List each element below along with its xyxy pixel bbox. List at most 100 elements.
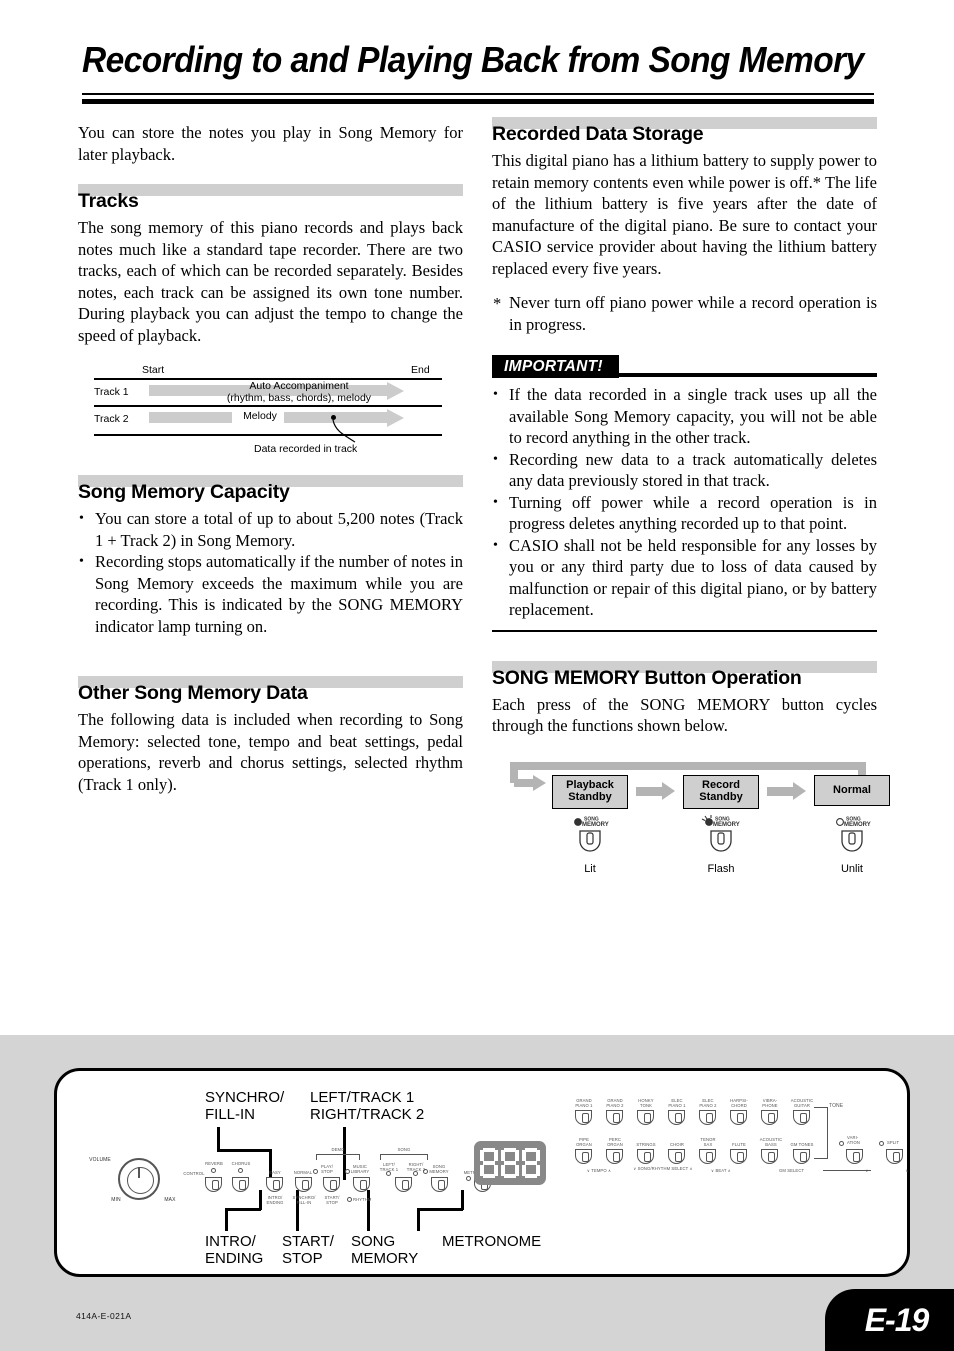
- reverb-label: REVERB: [205, 1161, 223, 1166]
- callout-line1: SONG: [351, 1233, 396, 1250]
- sub-line2: LIBRARY: [350, 1169, 370, 1174]
- important-box: IMPORTANT! If the data recorded in a sin…: [492, 355, 877, 632]
- play-stop-start-stop-button[interactable]: [323, 1177, 340, 1192]
- callout-line1: METRONOME: [442, 1233, 542, 1250]
- tempo-label-text: TEMPO: [591, 1168, 607, 1173]
- sub-line2: ENDING: [266, 1200, 284, 1205]
- sub-line2: ATION: [847, 1140, 860, 1145]
- track-diagram-rule-bottom: [94, 434, 442, 436]
- section-heading-tracks: Tracks: [78, 184, 463, 213]
- tone-button-grand-piano-1[interactable]: [575, 1110, 592, 1125]
- tone-button-acoustic-bass[interactable]: [761, 1149, 778, 1164]
- title-rule-thin: [82, 93, 874, 95]
- right-track2-led-icon: [413, 1171, 418, 1176]
- music-library-led-icon: [345, 1169, 350, 1174]
- volume-knob[interactable]: [118, 1158, 160, 1200]
- leader-line-metronome-h: [417, 1208, 463, 1211]
- sub-line2: BASS: [765, 1142, 777, 1147]
- chorus-led-icon: [238, 1168, 243, 1173]
- track-diagram-track1-label: Track 1: [94, 386, 129, 398]
- track2-segment-bar: [149, 412, 232, 423]
- tone-group-label: TONE: [829, 1103, 844, 1109]
- easy-intro-ending-button[interactable]: [266, 1177, 283, 1192]
- title-rule-thick: [82, 99, 874, 104]
- sub-line2: ORGAN: [576, 1142, 592, 1147]
- sub-line2: PIANO 2: [606, 1103, 624, 1108]
- beat-label-text: BEAT: [715, 1168, 727, 1173]
- variation-button[interactable]: [846, 1149, 863, 1164]
- left-column: You can store the notes you play in Song…: [78, 122, 463, 795]
- music-library-label: MUSIC LIBRARY: [347, 1164, 373, 1174]
- start-stop-sublabel: START/ STOP: [319, 1195, 345, 1205]
- section-heading-capacity: Song Memory Capacity: [78, 475, 463, 504]
- callout-song-memory: SONG MEMORY: [351, 1233, 418, 1267]
- state-chip: Normal: [814, 774, 890, 806]
- song-rhythm-select-label: ∨ SONG/RHYTHM SELECT ∧: [633, 1166, 693, 1171]
- loop-arrow-inlet: [514, 778, 534, 787]
- rhythm-sublabel: RHYTHM: [353, 1197, 372, 1202]
- callout-start-stop: START/ STOP: [282, 1233, 334, 1267]
- callout-metronome: METRONOME: [442, 1233, 541, 1250]
- display-digit-3: [522, 1148, 540, 1178]
- tone-label-grand-piano-2: GRAND PIANO 2: [600, 1098, 630, 1108]
- metronome-led-icon: [466, 1176, 471, 1181]
- state-chip: Playback Standby: [552, 774, 628, 809]
- tone-button-perc-organ[interactable]: [606, 1149, 623, 1164]
- rhythm-led-icon: [347, 1197, 352, 1202]
- svg-text:MEMORY: MEMORY: [844, 822, 871, 828]
- reverb-chorus-button[interactable]: [232, 1177, 249, 1192]
- seven-segment-display: [474, 1141, 546, 1185]
- tone-label-honky-tonk: HONKY TONK: [631, 1098, 661, 1108]
- tone-button-flute[interactable]: [730, 1149, 747, 1164]
- important-bottom-rule: [492, 629, 877, 632]
- callout-line2: ENDING: [205, 1250, 264, 1267]
- volume-min-label: MIN: [111, 1197, 121, 1203]
- lamp-state-label: Lit: [584, 862, 596, 875]
- state-line1: Playback: [566, 778, 614, 791]
- song-memory-button-icon-unlit: SONG MEMORY Unlit: [814, 815, 890, 875]
- tone-button-elec-piano-1[interactable]: [668, 1110, 685, 1125]
- important-bullet-list: If the data recorded in a single track u…: [492, 384, 877, 621]
- track-select-button[interactable]: [395, 1177, 412, 1192]
- tone-button-grand-piano-2[interactable]: [606, 1110, 623, 1125]
- tone-button-harpsichord[interactable]: [730, 1110, 747, 1125]
- right-column: Recorded Data Storage This digital piano…: [492, 117, 890, 875]
- normal-synchro-fillin-button[interactable]: [295, 1177, 312, 1192]
- song-memory-button-icon-flash: SONG MEMORY Flash: [683, 814, 759, 875]
- song-memory-cycle-diagram: Playback Standby SONG MEMORY Lit Record: [506, 753, 890, 875]
- page-title: Recording to and Playing Back from Song …: [82, 39, 864, 80]
- page-number-tab: E-19: [825, 1289, 954, 1351]
- reverb-led-icon: [211, 1168, 216, 1173]
- tone-button-acoustic-guitar[interactable]: [793, 1110, 810, 1125]
- tone-button-honky-tonk[interactable]: [637, 1110, 654, 1125]
- other-data-paragraph: The following data is included when reco…: [78, 710, 463, 794]
- callout-line2: RIGHT/TRACK 2: [310, 1106, 425, 1123]
- callout-line2: FILL-IN: [205, 1106, 256, 1123]
- split-button[interactable]: [886, 1149, 903, 1164]
- tone-button-elec-piano-2[interactable]: [699, 1110, 716, 1125]
- song-memory-button-icon-lit: SONG MEMORY Lit: [552, 815, 628, 875]
- tone-button-gm-tones[interactable]: [793, 1149, 810, 1164]
- callout-left-right-track: LEFT/TRACK 1 RIGHT/TRACK 2: [310, 1089, 424, 1123]
- track-diagram-rule-mid: [94, 405, 442, 407]
- tone-button-pipe-organ[interactable]: [575, 1149, 592, 1164]
- song-bracket: [380, 1154, 428, 1160]
- tone-button-vibraphone[interactable]: [761, 1110, 778, 1125]
- tone-button-choir[interactable]: [668, 1149, 685, 1164]
- tone-button-tenor-sax[interactable]: [699, 1149, 716, 1164]
- music-library-button[interactable]: [353, 1177, 370, 1192]
- list-item: CASIO shall not be held responsible for …: [492, 535, 877, 621]
- left-track1-led-icon: [386, 1171, 391, 1176]
- split-led-icon: [879, 1141, 884, 1146]
- sub-line2: PIANO 2: [699, 1103, 717, 1108]
- song-memory-button-glyph: SONG MEMORY: [698, 814, 744, 857]
- lamp-state-label: Unlit: [840, 862, 863, 875]
- tone-button-strings[interactable]: [637, 1149, 654, 1164]
- synchro-fillin-sublabel: SYNCHRO/ FILL-IN: [288, 1195, 320, 1205]
- sub-line2: PIANO 1: [575, 1103, 593, 1108]
- control-button[interactable]: [205, 1177, 222, 1192]
- section-heading-other-data-label: Other Song Memory Data: [78, 682, 308, 704]
- state-line2: Standby: [699, 791, 743, 803]
- song-memory-button[interactable]: [431, 1177, 448, 1192]
